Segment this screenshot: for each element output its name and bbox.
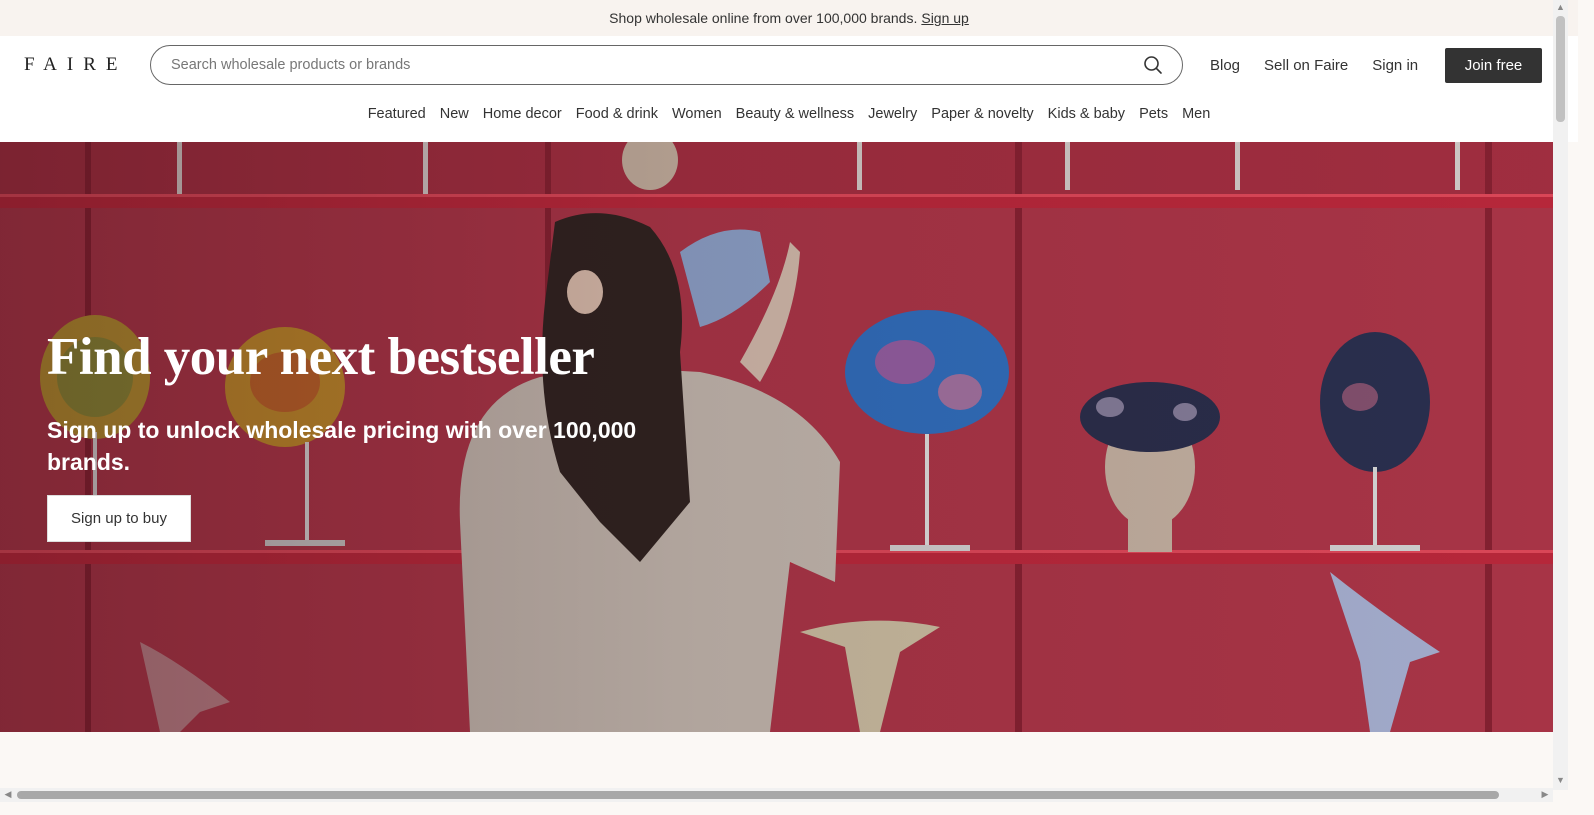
category-food-drink[interactable]: Food & drink <box>569 106 665 122</box>
hero-title: Find your next bestseller <box>47 328 595 386</box>
search-icon[interactable] <box>1142 54 1164 76</box>
sign-up-to-buy-button[interactable]: Sign up to buy <box>47 495 191 542</box>
site-header: FAIRE Blog Sell on Faire Sign in Join fr… <box>0 36 1578 142</box>
category-pets[interactable]: Pets <box>1132 106 1175 122</box>
join-free-button[interactable]: Join free <box>1445 48 1542 83</box>
hero-banner: Find your next bestseller Sign up to unl… <box>0 142 1553 732</box>
scroll-down-arrow-icon[interactable]: ▼ <box>1556 775 1565 787</box>
category-beauty-wellness[interactable]: Beauty & wellness <box>729 106 861 122</box>
category-home-decor[interactable]: Home decor <box>476 106 569 122</box>
category-jewelry[interactable]: Jewelry <box>861 106 924 122</box>
vertical-scroll-thumb[interactable] <box>1556 16 1565 122</box>
announcement-text: Shop wholesale online from over 100,000 … <box>609 10 918 26</box>
category-nav: Featured New Home decor Food & drink Wom… <box>0 106 1578 122</box>
category-featured[interactable]: Featured <box>361 106 433 122</box>
blog-link[interactable]: Blog <box>1210 57 1240 74</box>
horizontal-scrollbar[interactable]: ◀ ▶ <box>0 788 1553 802</box>
horizontal-scroll-thumb[interactable] <box>17 791 1499 799</box>
category-new[interactable]: New <box>433 106 476 122</box>
sell-on-faire-link[interactable]: Sell on Faire <box>1264 57 1348 74</box>
category-paper-novelty[interactable]: Paper & novelty <box>924 106 1040 122</box>
category-women[interactable]: Women <box>665 106 729 122</box>
announcement-signup-link[interactable]: Sign up <box>921 10 968 26</box>
sign-in-link[interactable]: Sign in <box>1372 57 1418 74</box>
faire-logo[interactable]: FAIRE <box>24 54 127 76</box>
category-men[interactable]: Men <box>1175 106 1217 122</box>
hero-subtitle: Sign up to unlock wholesale pricing with… <box>47 417 637 475</box>
search-input[interactable] <box>171 57 1142 73</box>
announcement-bar: Shop wholesale online from over 100,000 … <box>0 0 1578 36</box>
scroll-right-arrow-icon[interactable]: ▶ <box>1539 789 1551 801</box>
category-kids-baby[interactable]: Kids & baby <box>1041 106 1132 122</box>
scroll-up-arrow-icon[interactable]: ▲ <box>1556 2 1565 14</box>
search-bar[interactable] <box>150 45 1183 85</box>
header-nav: Blog Sell on Faire Sign in <box>1210 47 1442 83</box>
scroll-left-arrow-icon[interactable]: ◀ <box>2 789 14 801</box>
vertical-scrollbar[interactable]: ▲ ▼ <box>1553 0 1568 790</box>
